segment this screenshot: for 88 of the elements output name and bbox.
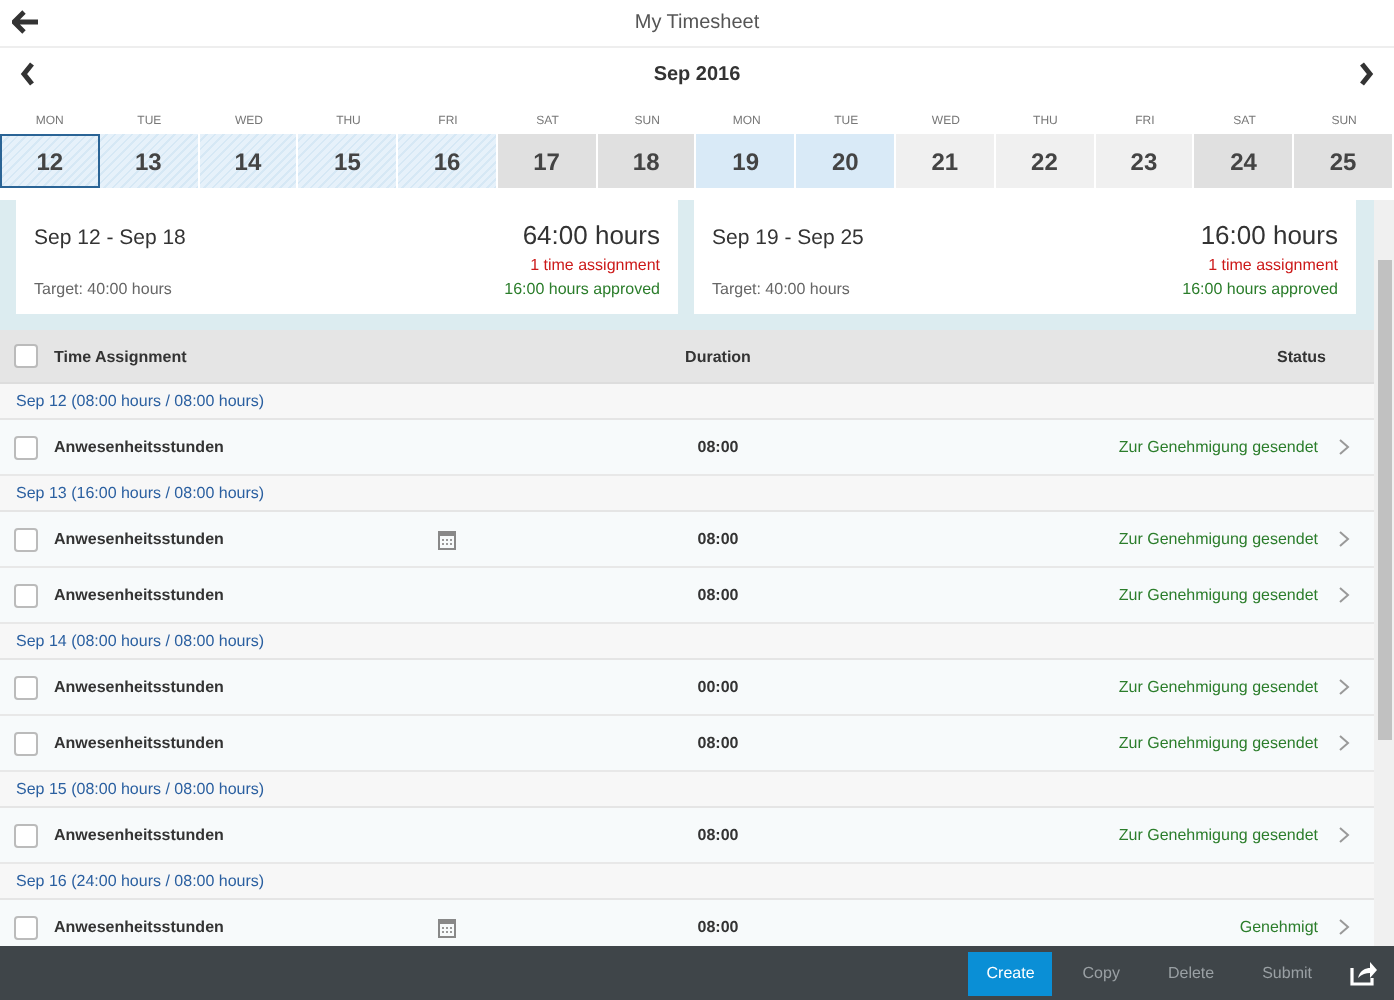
duration: 08:00: [695, 530, 741, 548]
day-cell[interactable]: 12: [0, 134, 100, 188]
footer-button[interactable]: Copy: [1064, 951, 1138, 995]
table-row[interactable]: Anwesenheitsstunden 08:00 Zur Genehmigung gesendet: [0, 420, 1374, 476]
row-checkbox[interactable]: [14, 435, 38, 459]
row-checkbox[interactable]: [14, 823, 38, 847]
day-cell[interactable]: 17: [497, 134, 598, 188]
approved-hours: 16:00 hours approved: [504, 280, 660, 298]
status: Zur Genehmigung gesendet: [1116, 678, 1318, 696]
assignment-name: Anwesenheitsstunden: [54, 826, 226, 844]
assignment-name: Anwesenheitsstunden: [54, 734, 226, 752]
group-title: Sep 13 (16:00 hours / 08:00 hours): [16, 484, 265, 502]
footer-button[interactable]: Delete: [1149, 951, 1233, 995]
footer-button[interactable]: Submit: [1244, 951, 1330, 995]
status: Zur Genehmigung gesendet: [1116, 826, 1318, 844]
column-header: Duration: [683, 347, 753, 365]
page-title: My Timesheet: [634, 12, 760, 34]
week-hours: 64:00 hours: [522, 220, 660, 250]
week-range: Sep 12 - Sep 18: [34, 226, 186, 250]
day-cell[interactable]: 18: [597, 134, 697, 188]
table-row[interactable]: Anwesenheitsstunden 08:00 Zur Genehmigung gesendet: [0, 808, 1374, 864]
assignment-name: Anwesenheitsstunden: [54, 438, 226, 456]
assignment-name: Anwesenheitsstunden: [54, 918, 226, 936]
duration: 08:00: [695, 438, 741, 456]
duration: 08:00: [695, 826, 741, 844]
chevron-icon[interactable]: [1338, 918, 1350, 936]
group-title: Sep 12 (08:00 hours / 08:00 hours): [16, 392, 265, 410]
select-all-checkbox[interactable]: [14, 344, 38, 368]
day-cell[interactable]: 13: [99, 134, 200, 188]
week-hours: 16:00 hours: [1200, 220, 1338, 250]
day-cell[interactable]: 22: [995, 134, 1096, 188]
table-row[interactable]: Anwesenheitsstunden 08:00 Zur Genehmigung gesendet: [0, 512, 1374, 568]
status: Zur Genehmigung gesendet: [1116, 586, 1318, 604]
day-cell[interactable]: 21: [896, 134, 996, 188]
assignment-count: 1 time assignment: [530, 256, 660, 274]
assignment-count: 1 time assignment: [1208, 256, 1338, 274]
footer-button[interactable]: Create: [968, 951, 1053, 995]
status: Genehmigt: [1237, 918, 1318, 936]
chevron-icon[interactable]: [1338, 530, 1350, 548]
duration: 08:00: [695, 918, 741, 936]
duration: 08:00: [695, 734, 741, 752]
chevron-icon[interactable]: [1338, 586, 1350, 604]
row-checkbox[interactable]: [14, 915, 38, 939]
day-cell[interactable]: 19: [696, 134, 797, 188]
table-row[interactable]: Anwesenheitsstunden 08:00 Zur Genehmigung gesendet: [0, 568, 1374, 624]
day-cell[interactable]: 20: [796, 134, 897, 188]
target-hours: Target: 40:00 hours: [712, 280, 850, 298]
column-header: Time Assignment: [54, 347, 189, 365]
day-cell[interactable]: 25: [1294, 134, 1394, 188]
chevron-icon[interactable]: [1338, 438, 1350, 456]
chevron-icon[interactable]: [1338, 734, 1350, 752]
previous-icon[interactable]: [20, 62, 36, 86]
month-label: Sep 2016: [653, 63, 741, 85]
day-cell[interactable]: 24: [1194, 134, 1295, 188]
share-icon[interactable]: [1350, 960, 1378, 986]
group-title: Sep 15 (08:00 hours / 08:00 hours): [16, 780, 265, 798]
week-card[interactable]: Sep 19 - Sep 25 16:00 hours 1 time assignment Target: 40:00 hours 16:00 hours approved: [694, 200, 1356, 314]
approved-hours: 16:00 hours approved: [1182, 280, 1338, 298]
chevron-icon[interactable]: [1338, 826, 1350, 844]
table-row[interactable]: Anwesenheitsstunden 00:00 Zur Genehmigung gesendet: [0, 660, 1374, 716]
duration: 08:00: [695, 586, 741, 604]
column-header: Status: [1275, 347, 1328, 365]
day-cell[interactable]: 14: [199, 134, 299, 188]
status: Zur Genehmigung gesendet: [1116, 438, 1318, 456]
assignment-name: Anwesenheitsstunden: [54, 586, 226, 604]
day-cell[interactable]: 15: [298, 134, 399, 188]
assignment-name: Anwesenheitsstunden: [54, 678, 226, 696]
row-checkbox[interactable]: [14, 675, 38, 699]
back-arrow-icon[interactable]: [12, 10, 40, 34]
scrollbar[interactable]: [1374, 200, 1394, 946]
row-checkbox[interactable]: [14, 527, 38, 551]
status: Zur Genehmigung gesendet: [1116, 530, 1318, 548]
group-title: Sep 14 (08:00 hours / 08:00 hours): [16, 632, 265, 650]
table-row[interactable]: Anwesenheitsstunden 08:00 Zur Genehmigung gesendet: [0, 716, 1374, 772]
assignment-name: Anwesenheitsstunden: [54, 530, 226, 548]
row-checkbox[interactable]: [14, 731, 38, 755]
row-checkbox[interactable]: [14, 583, 38, 607]
target-hours: Target: 40:00 hours: [34, 280, 172, 298]
day-cell[interactable]: 23: [1095, 134, 1195, 188]
table-row[interactable]: Anwesenheitsstunden 08:00 Genehmigt: [0, 900, 1374, 946]
day-cell[interactable]: 16: [398, 134, 498, 188]
chevron-icon[interactable]: [1338, 678, 1350, 696]
duration: 00:00: [695, 678, 741, 696]
group-title: Sep 16 (24:00 hours / 08:00 hours): [16, 872, 265, 890]
next-icon[interactable]: [1358, 62, 1374, 86]
week-range: Sep 19 - Sep 25: [712, 226, 864, 250]
status: Zur Genehmigung gesendet: [1116, 734, 1318, 752]
week-card[interactable]: Sep 12 - Sep 18 64:00 hours 1 time assignment Target: 40:00 hours 16:00 hours approved: [16, 200, 678, 314]
